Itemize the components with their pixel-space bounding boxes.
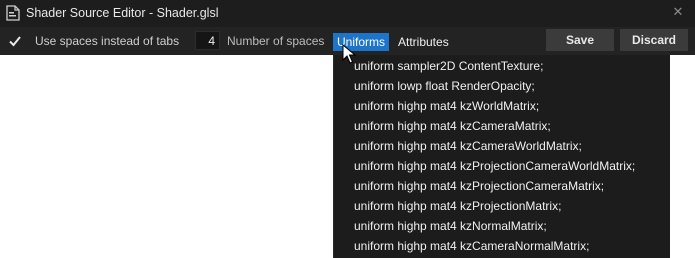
uniform-item[interactable]: uniform highp mat4 kzProjectionCameraMat…: [354, 179, 604, 193]
close-icon[interactable]: ✕: [671, 5, 685, 19]
uniform-item[interactable]: uniform highp mat4 kzCameraWorldMatrix;: [354, 139, 582, 153]
use-spaces-checkbox[interactable]: [7, 33, 23, 49]
uniform-item[interactable]: uniform highp mat4 kzProjectionMatrix;: [354, 199, 561, 213]
title-bar: Shader Source Editor - Shader.glsl ✕: [0, 0, 695, 27]
use-spaces-label: Use spaces instead of tabs: [35, 34, 180, 48]
save-button[interactable]: Save: [546, 29, 614, 51]
window-title: Shader Source Editor - Shader.glsl: [26, 6, 219, 20]
discard-button[interactable]: Discard: [620, 29, 688, 51]
uniform-item[interactable]: uniform highp mat4 kzCameraMatrix;: [354, 119, 551, 133]
number-of-spaces-input[interactable]: [195, 31, 220, 50]
uniform-item[interactable]: uniform lowp float RenderOpacity;: [354, 79, 535, 93]
number-of-spaces-label: Number of spaces: [227, 34, 325, 48]
shader-editor-icon: [6, 5, 20, 21]
uniform-item[interactable]: uniform highp mat4 kzCameraNormalMatrix;: [354, 239, 589, 253]
uniform-item[interactable]: uniform highp mat4 kzWorldMatrix;: [354, 99, 539, 113]
tab-attributes[interactable]: Attributes: [394, 33, 453, 51]
uniform-item[interactable]: uniform highp mat4 kzNormalMatrix;: [354, 219, 547, 233]
uniform-item[interactable]: uniform sampler2D ContentTexture;: [354, 59, 543, 73]
mouse-cursor-icon: [342, 44, 356, 64]
uniforms-dropdown: uniform sampler2D ContentTexture; unifor…: [333, 55, 670, 258]
uniform-item[interactable]: uniform highp mat4 kzProjectionCameraWor…: [354, 159, 635, 173]
